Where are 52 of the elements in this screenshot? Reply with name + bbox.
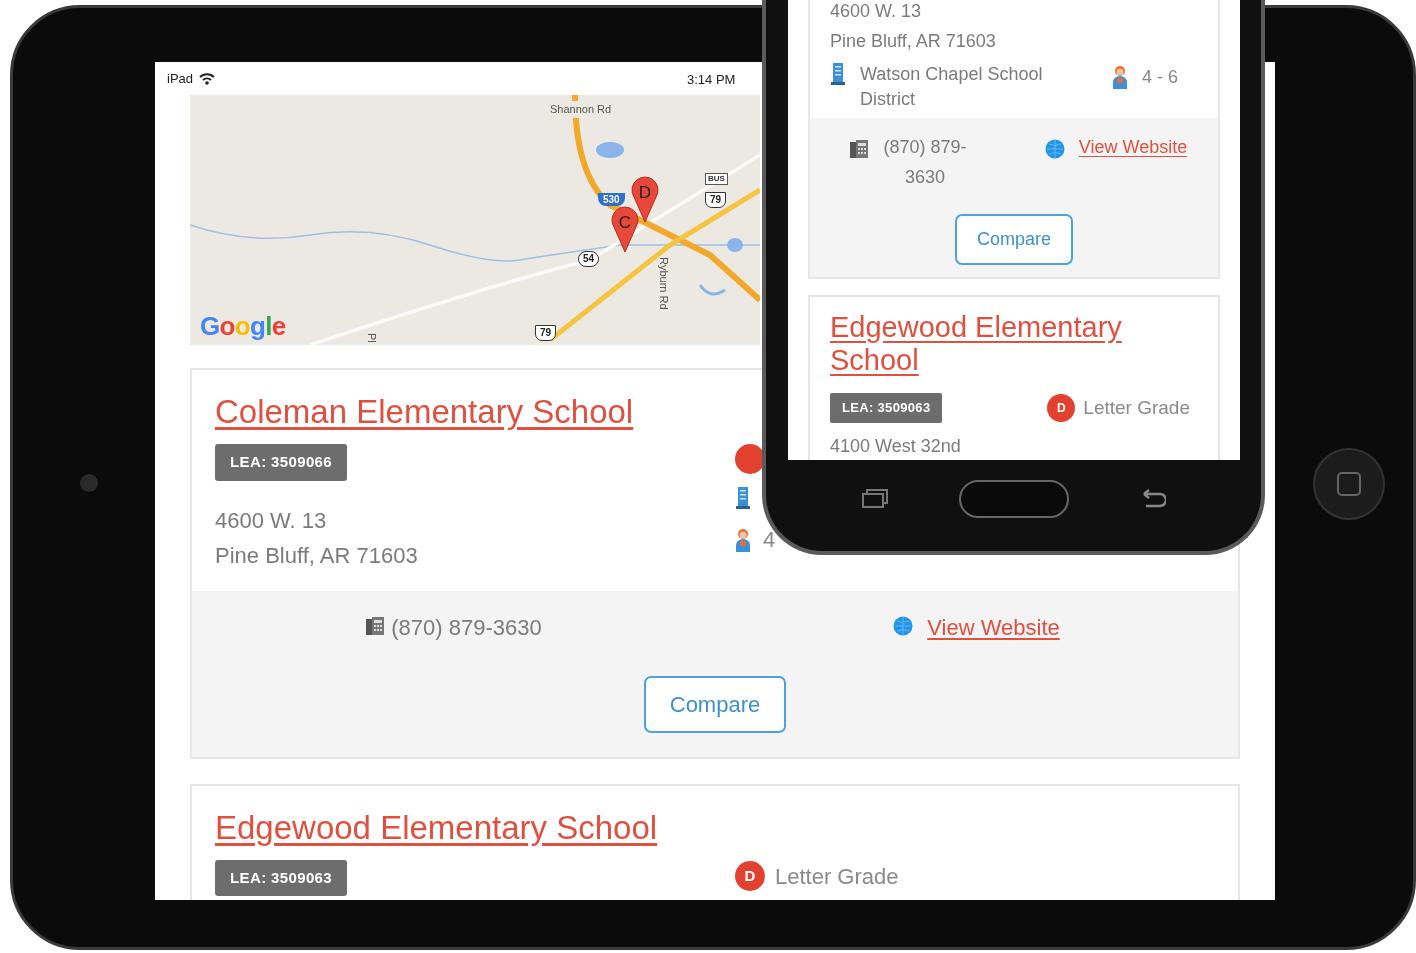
road-label: Pl (365, 333, 379, 343)
route-shield: 54 (578, 251, 600, 267)
road-label: Shannon Rd (548, 101, 614, 118)
address-line: Pine Bluff, AR 71603 (215, 541, 418, 570)
grade-badge: D (1047, 393, 1076, 422)
website-link[interactable]: View Website (1078, 132, 1188, 162)
map[interactable]: Shannon Rd Ryburn Rd Pl 530 BUS 79 54 79 D C Google (190, 95, 760, 345)
route-shield: 79 (705, 192, 727, 208)
map-pin[interactable]: D (630, 175, 660, 223)
grade-range: 4 (763, 526, 776, 554)
map-logo: Google (200, 310, 286, 343)
home-button[interactable] (958, 480, 1069, 518)
lea-label: LEA: 3509063 (215, 859, 348, 896)
school-name-link[interactable]: Edgewood Elementary School (830, 311, 1170, 377)
pin-letter: D (638, 182, 652, 204)
globe-icon (893, 615, 914, 636)
phone-number: (870) 879-3630 (391, 613, 542, 642)
phone-number: (870) 879-3630 (882, 136, 968, 189)
pin-marker-icon (610, 205, 640, 253)
school-name-link[interactable]: Coleman Elementary School (215, 392, 634, 432)
fax-phone-icon (849, 138, 869, 160)
address-line: 4600 W. 13 (215, 506, 328, 535)
status-time: 3:14 PM (687, 71, 736, 89)
district-name: Watson Chapel School District (860, 63, 1044, 111)
wifi-icon (199, 72, 216, 85)
person-icon (735, 527, 751, 552)
camera-icon (80, 474, 98, 492)
address-line: 4600 W. 13 (830, 0, 923, 23)
carrier-label: iPad (167, 69, 194, 88)
compare-button[interactable]: Compare (955, 214, 1073, 265)
address-line: 4100 West 32nd (830, 434, 961, 458)
grade-badge: D (735, 861, 765, 891)
person-icon (1111, 65, 1128, 89)
fax-phone-icon (365, 614, 386, 637)
road-label: Ryburn Rd (657, 257, 671, 310)
route-shield: 530 (598, 193, 625, 206)
globe-icon (1044, 139, 1065, 159)
grade-label: Letter Grade (775, 862, 899, 891)
map-pin[interactable]: C (610, 205, 640, 253)
pin-letter: C (618, 212, 632, 234)
grade-range: 4 - 6 (1141, 66, 1178, 89)
lea-label: LEA: 3509066 (215, 444, 348, 481)
compare-button[interactable]: Compare (643, 675, 787, 733)
grade-label: Letter Grade (1083, 395, 1190, 420)
pin-marker-icon (630, 175, 660, 223)
school-name-link[interactable]: Edgewood Elementary School (215, 807, 658, 848)
address-line: Pine Bluff, AR 71603 (830, 30, 996, 53)
route-plate: BUS (705, 173, 728, 185)
recent-apps-icon[interactable] (861, 489, 889, 509)
lea-label: LEA: 3509063 (830, 393, 943, 423)
route-shield: 79 (535, 325, 557, 341)
website-link[interactable]: View Website (927, 610, 1060, 644)
